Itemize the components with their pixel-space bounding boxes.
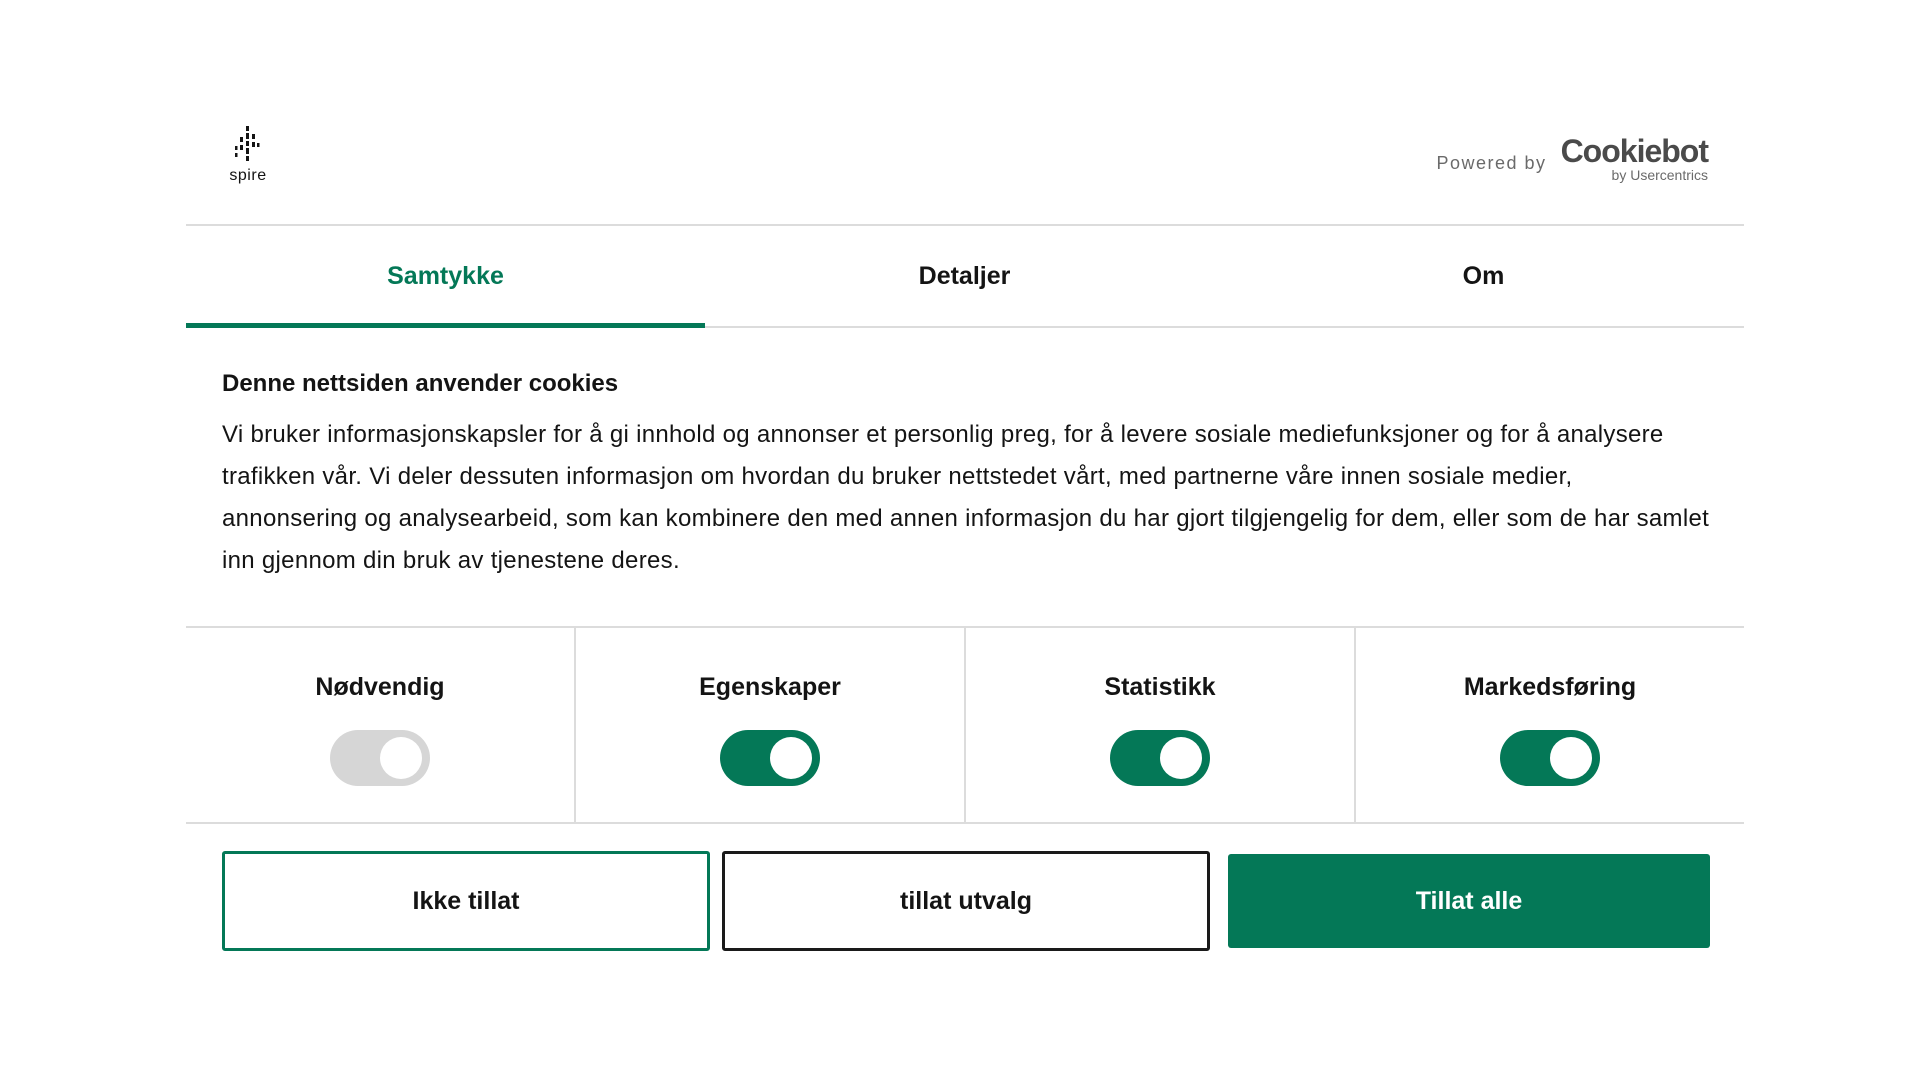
allow-selection-button[interactable]: tillat utvalg — [722, 851, 1210, 951]
category-statistikk: Statistikk — [966, 628, 1356, 822]
cookiebot-name: Cookiebot — [1560, 133, 1709, 169]
category-label: Markedsføring — [1463, 673, 1637, 701]
powered-by-label: Powered by — [1436, 152, 1547, 173]
spire-logo-icon — [235, 126, 260, 161]
nodvendig-toggle[interactable] — [330, 730, 430, 786]
egenskaper-toggle[interactable] — [720, 730, 820, 786]
logo-text: spire — [229, 167, 267, 184]
markedsforing-toggle[interactable] — [1500, 730, 1600, 786]
cookie-categories: Nødvendig Egenskaper Statistikk Markedsf… — [186, 626, 1744, 824]
tab-samtykke[interactable]: Samtykke — [186, 226, 705, 328]
category-nodvendig: Nødvendig — [186, 628, 576, 822]
toggle-knob — [1160, 737, 1202, 779]
tab-detaljer[interactable]: Detaljer — [705, 226, 1224, 326]
powered-by-cookiebot[interactable]: Powered by Cookiebot by Usercentrics — [1436, 132, 1710, 188]
deny-button[interactable]: Ikke tillat — [222, 851, 710, 951]
dialog-header: spire Powered by Cookiebot by Usercentri… — [186, 96, 1744, 226]
consent-title: Denne nettsiden anvender cookies — [222, 370, 619, 397]
cookie-consent-dialog: spire Powered by Cookiebot by Usercentri… — [186, 96, 1744, 988]
toggle-knob — [1550, 737, 1592, 779]
category-markedsforing: Markedsføring — [1356, 628, 1744, 822]
category-label: Egenskaper — [699, 673, 841, 701]
cookiebot-sub: by Usercentrics — [1611, 167, 1708, 183]
allow-all-button[interactable]: Tillat alle — [1228, 854, 1710, 948]
tab-om[interactable]: Om — [1224, 226, 1743, 326]
consent-buttons: Ikke tillat tillat utvalg Tillat alle — [222, 851, 1712, 951]
consent-body: Denne nettsiden anvender cookies Vi bruk… — [222, 368, 1712, 582]
statistikk-toggle[interactable] — [1110, 730, 1210, 786]
category-egenskaper: Egenskaper — [576, 628, 966, 822]
cookiebot-logo: Cookiebot by Usercentrics — [1560, 133, 1709, 184]
toggle-knob — [380, 737, 422, 779]
category-label: Statistikk — [1104, 673, 1216, 701]
category-label: Nødvendig — [315, 673, 445, 701]
tab-bar: Samtykke Detaljer Om — [186, 226, 1744, 328]
spire-logo: spire — [220, 126, 276, 192]
toggle-knob — [770, 737, 812, 779]
consent-text: Vi bruker informasjonskapsler for å gi i… — [222, 421, 1710, 574]
